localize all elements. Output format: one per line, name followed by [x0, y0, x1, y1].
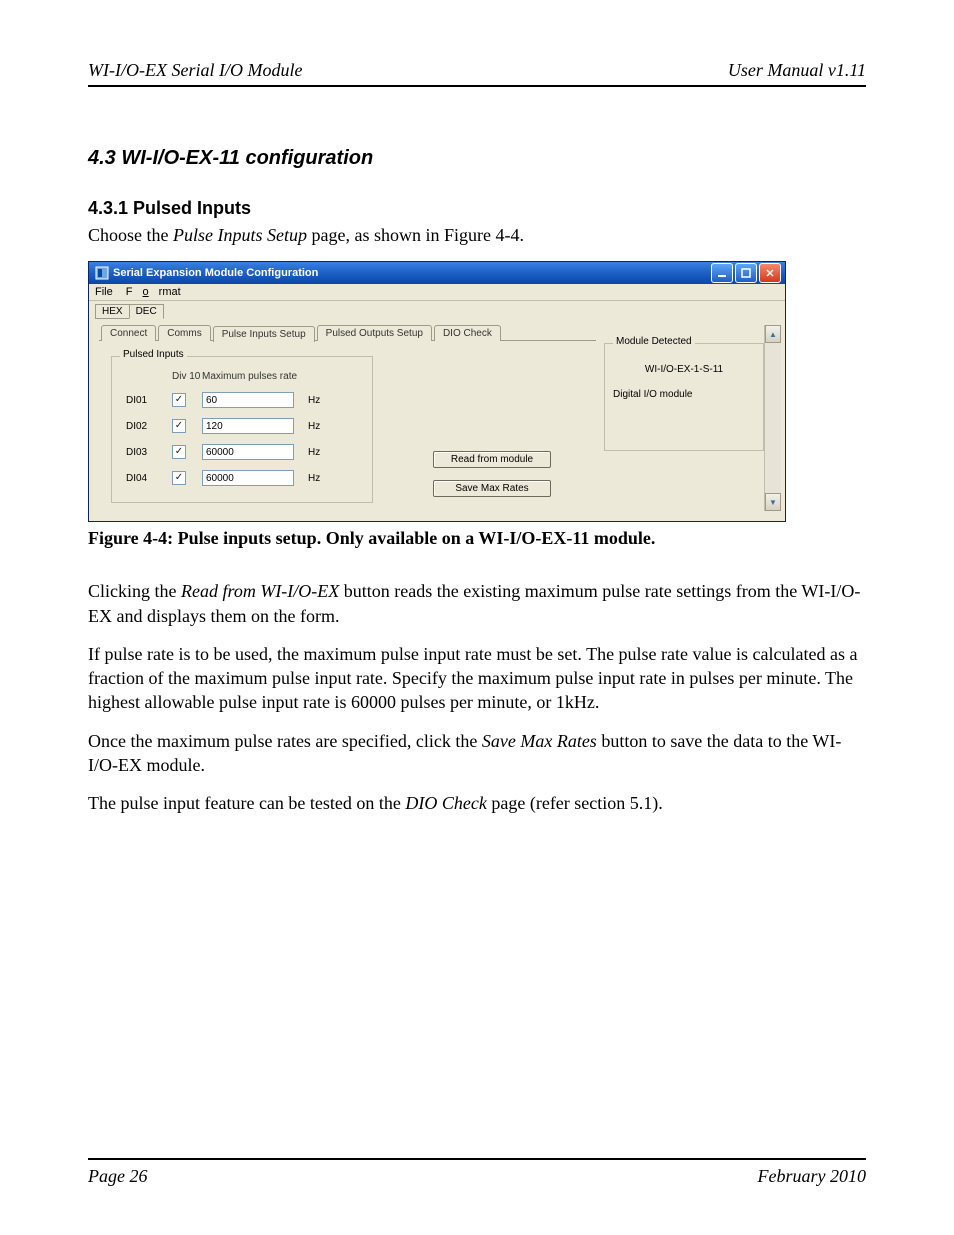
section-heading: 4.3 WI-I/O-EX-11 configuration	[88, 147, 866, 170]
row-label-di04: DI04	[126, 473, 166, 484]
tab-dio-check[interactable]: DIO Check	[434, 325, 501, 341]
minimize-button[interactable]	[711, 263, 733, 283]
app-window: Serial Expansion Module Configuration Fi…	[88, 261, 786, 522]
dec-toggle[interactable]: DEC	[129, 304, 164, 319]
scroll-down-button[interactable]: ▼	[765, 493, 781, 511]
menu-format[interactable]: Format	[126, 286, 191, 298]
app-icon	[95, 266, 109, 280]
unit-di04: Hz	[308, 473, 332, 484]
header-left: WI-I/O-EX Serial I/O Module	[88, 60, 302, 81]
tab-connect[interactable]: Connect	[101, 325, 156, 341]
menu-file[interactable]: File	[95, 286, 113, 298]
header-right: User Manual v1.11	[728, 60, 866, 81]
input-di02[interactable]	[202, 418, 294, 434]
footer-left: Page 26	[88, 1166, 147, 1187]
page-footer: Page 26 February 2010	[88, 1158, 866, 1187]
checkbox-di01[interactable]: ✓	[172, 393, 186, 407]
module-type: Digital I/O module	[613, 389, 755, 400]
footer-right: February 2010	[758, 1166, 866, 1187]
intro-paragraph: Choose the Pulse Inputs Setup page, as s…	[88, 223, 866, 247]
subsection-heading: 4.3.1 Pulsed Inputs	[88, 198, 866, 219]
module-detected-title: Module Detected	[613, 336, 695, 347]
unit-di03: Hz	[308, 447, 332, 458]
col-max-rate: Maximum pulses rate	[202, 371, 302, 382]
paragraph-4: Once the maximum pulse rates are specifi…	[88, 729, 866, 778]
tab-pulse-outputs[interactable]: Pulsed Outputs Setup	[317, 325, 432, 341]
tab-comms[interactable]: Comms	[158, 325, 210, 341]
row-label-di01: DI01	[126, 395, 166, 406]
scroll-up-button[interactable]: ▲	[765, 325, 781, 343]
page-header: WI-I/O-EX Serial I/O Module User Manual …	[88, 60, 866, 87]
pulsed-inputs-group: Pulsed Inputs Div 10 Maximum pulses rate…	[111, 356, 373, 503]
checkbox-di02[interactable]: ✓	[172, 419, 186, 433]
row-label-di03: DI03	[126, 447, 166, 458]
col-div10: Div 10	[172, 371, 196, 382]
read-from-module-button[interactable]: Read from module	[433, 451, 551, 468]
close-button[interactable]	[759, 263, 781, 283]
checkbox-di03[interactable]: ✓	[172, 445, 186, 459]
row-label-di02: DI02	[126, 421, 166, 432]
module-id: WI-I/O-EX-1-S-11	[613, 364, 755, 375]
paragraph-5: The pulse input feature can be tested on…	[88, 791, 866, 815]
titlebar[interactable]: Serial Expansion Module Configuration	[89, 262, 785, 284]
tab-pulse-inputs[interactable]: Pulse Inputs Setup	[213, 326, 315, 342]
paragraph-3: If pulse rate is to be used, the maximum…	[88, 642, 866, 715]
maximize-button[interactable]	[735, 263, 757, 283]
menu-bar: File Format	[89, 284, 785, 301]
input-di01[interactable]	[202, 392, 294, 408]
unit-di02: Hz	[308, 421, 332, 432]
input-di04[interactable]	[202, 470, 294, 486]
save-max-rates-button[interactable]: Save Max Rates	[433, 480, 551, 497]
module-detected-group: Module Detected WI-I/O-EX-1-S-11 Digital…	[604, 343, 764, 451]
hex-toggle[interactable]: HEX	[95, 304, 130, 319]
group-title: Pulsed Inputs	[120, 349, 187, 360]
paragraph-2: Clicking the Read from WI-I/O-EX button …	[88, 579, 866, 628]
unit-di01: Hz	[308, 395, 332, 406]
hex-dec-toolbar: HEX DEC	[89, 301, 785, 319]
vertical-scrollbar[interactable]: ▲ ▼	[764, 325, 781, 511]
window-title: Serial Expansion Module Configuration	[113, 267, 318, 279]
figure-caption: Figure 4-4: Pulse inputs setup. Only ava…	[88, 528, 866, 549]
checkbox-di04[interactable]: ✓	[172, 471, 186, 485]
input-di03[interactable]	[202, 444, 294, 460]
tab-strip: Connect Comms Pulse Inputs Setup Pulsed …	[101, 325, 596, 341]
